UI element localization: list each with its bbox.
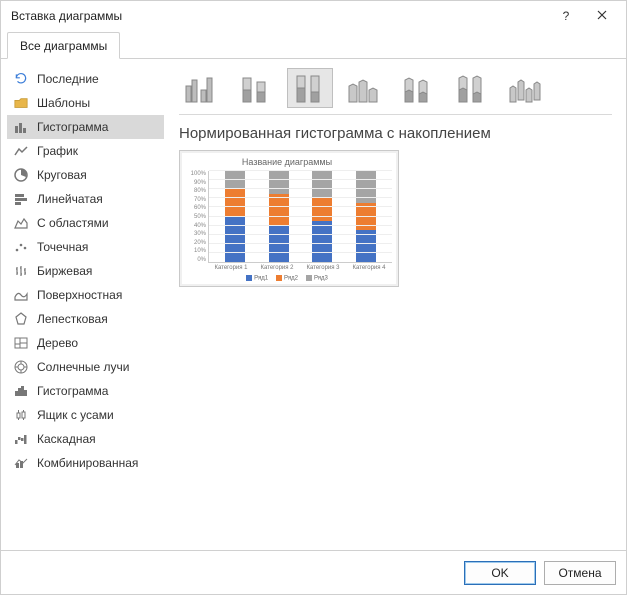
dialog-body: Последние Шаблоны Гистограмма График	[1, 59, 626, 550]
tabs-bar: Все диаграммы	[1, 31, 626, 59]
bar-segment	[312, 221, 332, 262]
sidebar-item-radar[interactable]: Лепестковая	[7, 307, 164, 331]
subtype-title: Нормированная гистограмма с накоплением	[179, 125, 612, 142]
tab-label: Все диаграммы	[20, 39, 107, 53]
bar-segment	[225, 217, 245, 263]
sidebar-item-label: Круговая	[37, 168, 87, 182]
y-axis-labels: 100% 90% 80% 70% 60% 50% 40% 30% 20% 10%…	[182, 171, 208, 263]
sidebar-item-bar[interactable]: Линейчатая	[7, 187, 164, 211]
stock-chart-icon	[13, 265, 29, 277]
titlebar: Вставка диаграммы ?	[1, 1, 626, 31]
sidebar-item-label: Солнечные лучи	[37, 360, 129, 374]
sidebar-item-label: Точечная	[37, 240, 88, 254]
subtype-stacked-column[interactable]	[233, 68, 279, 108]
subtype-3d-column[interactable]	[503, 68, 549, 108]
surface-chart-icon	[13, 289, 29, 301]
sidebar-item-column[interactable]: Гистограмма	[7, 115, 164, 139]
bar-segment	[312, 171, 332, 198]
legend-item: Ряд1	[246, 275, 268, 282]
sidebar-item-label: Гистограмма	[37, 120, 108, 134]
help-icon: ?	[563, 9, 570, 23]
chart-legend: Ряд1 Ряд2 Ряд3	[182, 275, 392, 282]
close-icon	[597, 9, 607, 23]
bar-segment	[269, 194, 289, 226]
sidebar-item-pie[interactable]: Круговая	[7, 163, 164, 187]
area-chart-icon	[13, 217, 29, 229]
chart-bars	[208, 171, 392, 263]
bar-2	[312, 171, 332, 262]
sidebar-item-label: Лепестковая	[37, 312, 108, 326]
waterfall-icon	[13, 433, 29, 445]
bar-segment	[312, 198, 332, 221]
sidebar-item-label: Гистограмма	[37, 384, 108, 398]
ok-button[interactable]: OK	[464, 561, 536, 585]
subtype-100-stacked-column[interactable]	[287, 68, 333, 108]
help-button[interactable]: ?	[548, 2, 584, 30]
sidebar-item-label: Последние	[37, 72, 99, 86]
sidebar-item-recent[interactable]: Последние	[7, 67, 164, 91]
sidebar-item-label: Каскадная	[37, 432, 96, 446]
sunburst-icon	[13, 360, 29, 374]
combo-chart-icon	[13, 457, 29, 469]
sidebar-item-waterfall[interactable]: Каскадная	[7, 427, 164, 451]
box-whisker-icon	[13, 409, 29, 421]
bar-segment	[225, 171, 245, 189]
bar-segment	[269, 171, 289, 194]
bar-3	[356, 171, 376, 262]
sidebar-item-label: С областями	[37, 216, 109, 230]
radar-chart-icon	[13, 312, 29, 326]
subtype-3d-100-stacked-column[interactable]	[449, 68, 495, 108]
close-button[interactable]	[584, 2, 620, 30]
main-panel: Нормированная гистограмма с накоплением …	[169, 59, 626, 550]
sidebar-item-boxwhisker[interactable]: Ящик с усами	[7, 403, 164, 427]
templates-icon	[13, 97, 29, 109]
subtype-3d-stacked-column[interactable]	[395, 68, 441, 108]
subtype-clustered-column[interactable]	[179, 68, 225, 108]
scatter-chart-icon	[13, 241, 29, 253]
sidebar-item-label: Биржевая	[37, 264, 92, 278]
sidebar-item-sunburst[interactable]: Солнечные лучи	[7, 355, 164, 379]
dialog-title: Вставка диаграммы	[11, 9, 548, 23]
insert-chart-dialog: Вставка диаграммы ? Все диаграммы Послед…	[0, 0, 627, 595]
sidebar-item-templates[interactable]: Шаблоны	[7, 91, 164, 115]
bar-segment	[225, 189, 245, 216]
legend-item: Ряд2	[276, 275, 298, 282]
legend-item: Ряд3	[306, 275, 328, 282]
chart-category-list: Последние Шаблоны Гистограмма График	[1, 59, 169, 550]
sidebar-item-label: Комбинированная	[37, 456, 138, 470]
bar-segment	[356, 230, 376, 262]
bar-0	[225, 171, 245, 262]
sidebar-item-label: Ящик с усами	[37, 408, 114, 422]
tab-all-charts[interactable]: Все диаграммы	[7, 32, 120, 59]
sidebar-item-label: Дерево	[37, 336, 78, 350]
sidebar-item-combo[interactable]: Комбинированная	[7, 451, 164, 475]
cancel-button[interactable]: Отмена	[544, 561, 616, 585]
sidebar-item-label: Линейчатая	[37, 192, 103, 206]
sidebar-item-surface[interactable]: Поверхностная	[7, 283, 164, 307]
chart-preview[interactable]: Название диаграммы 100% 90% 80% 70% 60% …	[179, 150, 399, 287]
column-chart-icon	[13, 121, 29, 133]
sidebar-item-area[interactable]: С областями	[7, 211, 164, 235]
chart-title: Название диаграммы	[182, 157, 392, 167]
bar-chart-icon	[13, 193, 29, 205]
sidebar-item-scatter[interactable]: Точечная	[7, 235, 164, 259]
bar-1	[269, 171, 289, 262]
sidebar-item-histogram[interactable]: Гистограмма	[7, 379, 164, 403]
sidebar-item-label: График	[37, 144, 78, 158]
histogram-icon	[13, 385, 29, 397]
pie-chart-icon	[13, 168, 29, 182]
dialog-footer: OK Отмена	[1, 550, 626, 594]
x-axis-labels: Категория 1 Категория 2 Категория 3 Кате…	[208, 265, 392, 271]
recent-icon	[13, 72, 29, 86]
sidebar-item-stock[interactable]: Биржевая	[7, 259, 164, 283]
sidebar-item-line[interactable]: График	[7, 139, 164, 163]
subtype-3d-clustered-column[interactable]	[341, 68, 387, 108]
sidebar-item-label: Шаблоны	[37, 96, 90, 110]
column-subtype-row	[179, 65, 612, 115]
line-chart-icon	[13, 145, 29, 157]
sidebar-item-treemap[interactable]: Дерево	[7, 331, 164, 355]
sidebar-item-label: Поверхностная	[37, 288, 122, 302]
treemap-icon	[13, 337, 29, 349]
chart-plot-area: 100% 90% 80% 70% 60% 50% 40% 30% 20% 10%…	[182, 171, 392, 263]
